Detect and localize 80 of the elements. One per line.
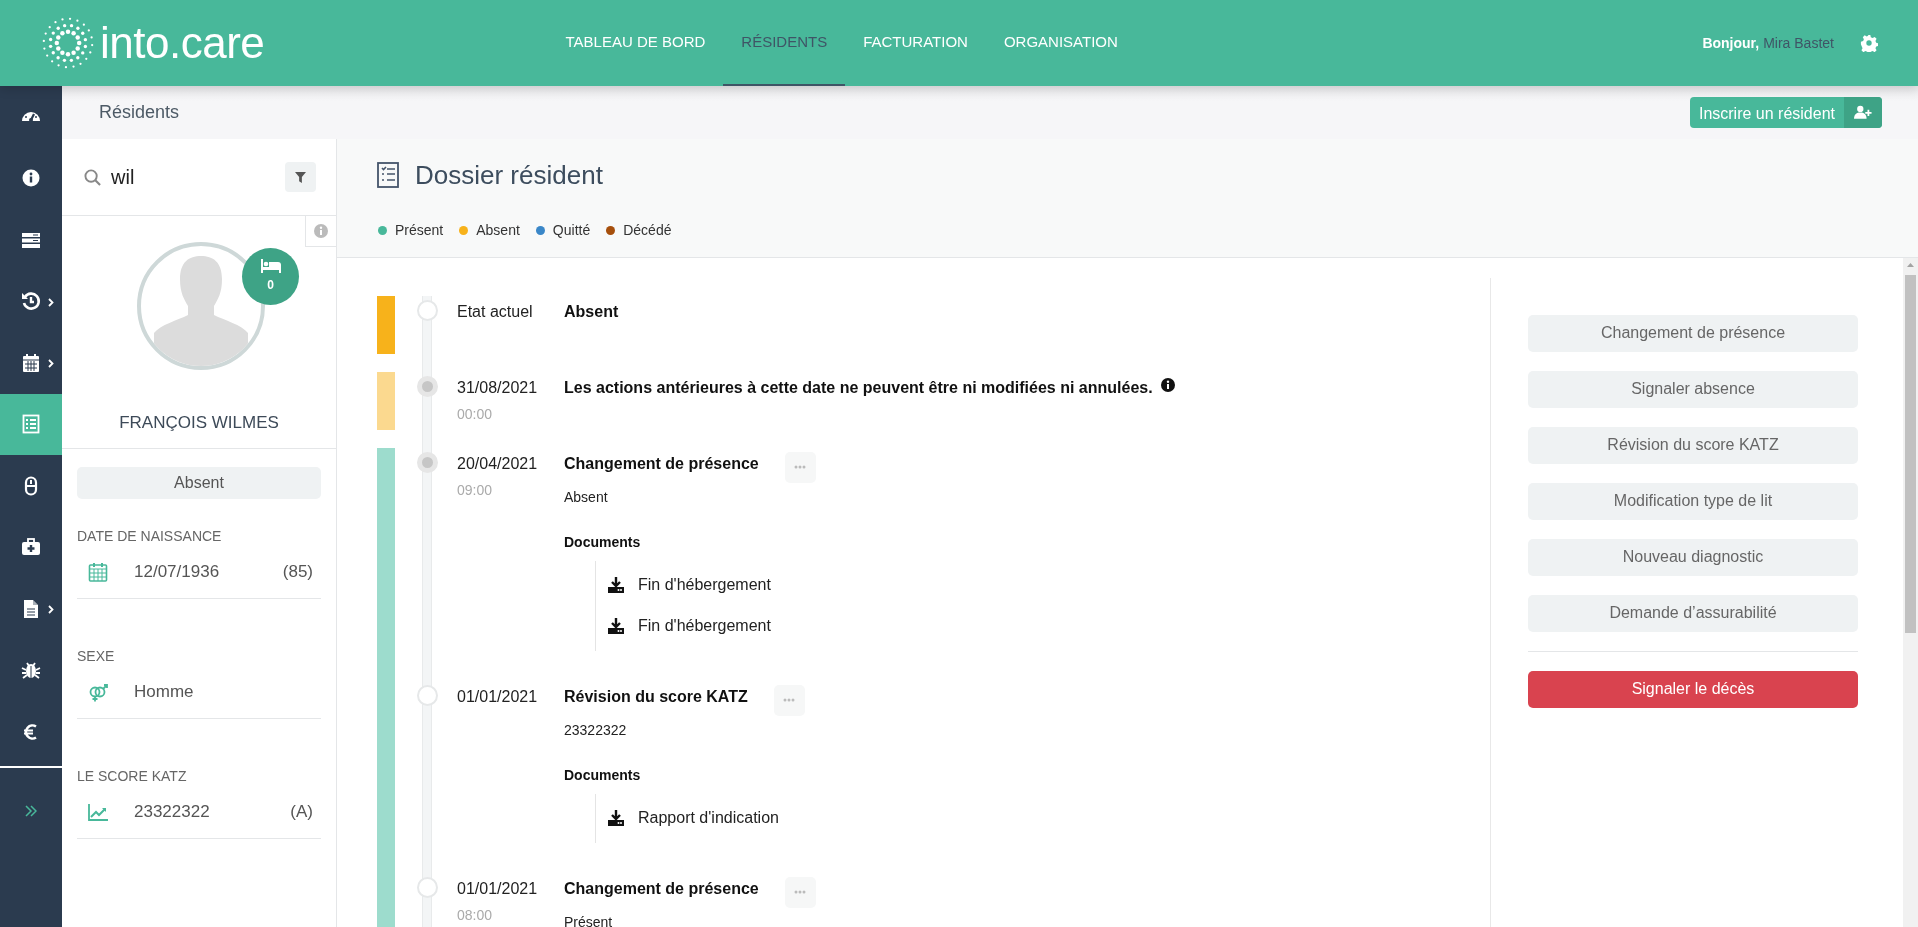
entry-title: Absent <box>564 301 619 322</box>
sunburst-logo-icon <box>40 15 96 71</box>
user-name[interactable]: Mira Bastet <box>1763 32 1834 54</box>
search-field[interactable]: wil <box>109 161 259 194</box>
entry-detail: 23322322 <box>564 720 628 740</box>
entry-title: Révision du score KATZ <box>564 686 748 707</box>
breadcrumb: Résidents <box>99 101 180 125</box>
entry-detail: Présent <box>564 912 614 927</box>
chevron-icon <box>48 605 54 614</box>
document-link[interactable]: Rapport d'indication <box>608 797 779 839</box>
field-label: DATE DE NAISSANCE <box>77 526 223 546</box>
gender-icon <box>88 682 108 703</box>
calendar-icon <box>21 352 41 373</box>
entry-time: 00:00 <box>457 404 494 424</box>
action-button[interactable]: Modification type de lit <box>1528 482 1858 520</box>
bug-icon <box>21 660 41 681</box>
filter-button[interactable] <box>285 162 316 193</box>
field-value: 12/07/1936 <box>134 561 220 584</box>
field-extra: (85) <box>282 561 313 584</box>
entry-date: 20/04/2021 <box>457 453 539 474</box>
info-icon <box>21 168 41 189</box>
document-link[interactable]: Fin d'hébergement <box>608 605 771 647</box>
download-icon <box>608 618 624 635</box>
download-icon <box>608 577 624 594</box>
chevron-icon <box>48 359 54 368</box>
medkit-icon <box>21 537 41 558</box>
download-icon <box>608 810 624 827</box>
entry-detail: Absent <box>564 487 609 507</box>
entry-title: Changement de présence <box>564 878 759 899</box>
legend-label: Présent <box>395 220 444 240</box>
entry-title: Changement de présence <box>564 453 759 474</box>
action-button[interactable]: Signaler le décès <box>1528 670 1858 708</box>
bed-count: 0 <box>267 277 274 295</box>
scrollbar-thumb[interactable] <box>1905 274 1916 633</box>
field-label: LE SCORE KATZ <box>77 766 188 786</box>
entry-date: Etat actuel <box>457 301 534 322</box>
info-icon <box>314 224 328 239</box>
documents-label: Documents <box>564 765 642 785</box>
scroll-up-icon <box>1907 262 1914 267</box>
documents-label: Documents <box>564 532 642 552</box>
history-icon <box>21 291 41 312</box>
action-button[interactable]: Demande d’assurabilité <box>1528 594 1858 632</box>
field-label: SEXE <box>77 646 116 666</box>
action-button[interactable]: Révision du score KATZ <box>1528 426 1858 464</box>
entry-time: 09:00 <box>457 480 494 500</box>
more-icon <box>794 890 807 895</box>
legend-label: Quitté <box>552 220 591 240</box>
legend-label: Absent <box>476 220 520 240</box>
calendar-icon <box>88 562 108 583</box>
document-link[interactable]: Fin d'hébergement <box>608 564 771 606</box>
more-icon <box>794 465 807 470</box>
status-pill: Absent <box>77 466 321 499</box>
entry-date: 01/01/2021 <box>457 878 539 899</box>
field-extra: (A) <box>290 801 313 824</box>
document-icon <box>21 598 41 619</box>
action-button[interactable]: Changement de présence <box>1528 314 1858 352</box>
search-icon <box>84 168 101 186</box>
resident-name: FRANÇOIS WILMES <box>62 392 336 449</box>
add-user-icon <box>1854 105 1872 121</box>
field-value: 23322322 <box>134 801 210 824</box>
logo-text: into.care <box>100 21 265 65</box>
entry-date: 01/01/2021 <box>457 686 539 707</box>
settings-icon <box>1859 34 1878 52</box>
bed-icon <box>260 259 281 274</box>
chevron-icon <box>48 297 54 307</box>
more-icon <box>783 698 796 703</box>
filter-icon <box>295 171 306 183</box>
entry-time: 08:00 <box>457 905 494 925</box>
legend-label: Décédé <box>623 220 672 240</box>
entry-title: Les actions antérieures à cette date ne peuvent être ni modifiées ni annulées. <box>564 377 1153 398</box>
checklist-icon <box>377 162 399 188</box>
action-button[interactable]: Nouveau diagnostic <box>1528 538 1858 576</box>
action-button[interactable]: Signaler absence <box>1528 370 1858 408</box>
double-chevron-icon <box>25 804 37 817</box>
checklist-icon <box>21 414 41 435</box>
page-title: Dossier résident <box>415 158 603 192</box>
greeting-label: Bonjour, <box>1702 33 1760 53</box>
field-value: Homme <box>134 681 194 704</box>
entry-date: 31/08/2021 <box>457 377 539 398</box>
line-chart-icon <box>88 802 108 823</box>
